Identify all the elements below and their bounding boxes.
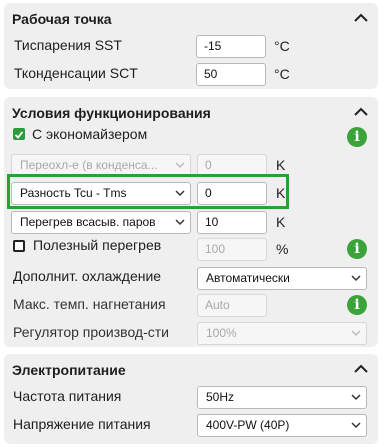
economizer-info-icon[interactable]: i: [347, 127, 367, 147]
voltage-value: 400V-PW (40P): [206, 418, 290, 432]
chevron-down-icon: [175, 219, 185, 226]
evap-temp-unit: °C: [274, 38, 290, 54]
power-panel: Электропитание Частота питания 50Hz Напр…: [4, 354, 378, 444]
useful-superheat-info-icon[interactable]: i: [347, 239, 367, 259]
collapse-caret-icon[interactable]: [354, 364, 368, 373]
cond-temp-unit: °C: [274, 66, 290, 82]
operating-point-title: Рабочая точка: [12, 11, 112, 27]
operating-point-panel: Рабочая точка Тиспарения SST -15 °C Ткон…: [4, 3, 378, 89]
evap-temp-input[interactable]: -15: [196, 35, 266, 58]
max-discharge-label: Макс. темп. нагнетания: [13, 296, 166, 312]
voltage-select[interactable]: 400V-PW (40P): [197, 414, 367, 437]
economizer-checkbox[interactable]: [13, 128, 25, 140]
cond-temp-input[interactable]: 50: [196, 63, 266, 86]
superheat-select[interactable]: Перегрев всасыв. паров: [11, 211, 191, 234]
useful-superheat-input: 100: [197, 238, 267, 261]
superheat-input[interactable]: 10: [197, 211, 267, 234]
evap-temp-label: Тиспарения SST: [14, 37, 122, 53]
chevron-down-icon: [351, 275, 361, 282]
capacity-regulator-value: 100%: [206, 326, 237, 340]
chevron-down-icon: [351, 422, 361, 429]
max-discharge-info-icon[interactable]: i: [347, 295, 367, 315]
capacity-regulator-select: 100%: [197, 322, 367, 345]
max-discharge-input: Auto: [197, 294, 267, 317]
highlight-frame: [7, 174, 289, 209]
conditions-panel: Условия функционирования С экономайзером…: [4, 97, 378, 347]
extra-cooling-value: Автоматически: [206, 271, 290, 285]
cond-temp-label: Тконденсации SCT: [14, 65, 138, 81]
chevron-down-icon: [175, 162, 185, 169]
collapse-caret-icon[interactable]: [354, 13, 368, 22]
chevron-down-icon: [351, 394, 361, 401]
subcool-select-value: Переохл-е (в конденса...: [20, 158, 158, 172]
economizer-label: С экономайзером: [32, 126, 148, 142]
voltage-label: Напряжение питания: [13, 416, 151, 432]
frequency-select[interactable]: 50Hz: [197, 386, 367, 409]
power-title: Электропитание: [12, 362, 126, 378]
superheat-unit: K: [276, 214, 286, 230]
useful-superheat-label: Полезный перегрев: [33, 237, 162, 253]
subcool-unit: K: [276, 157, 286, 173]
extra-cooling-label: Дополнит. охлаждение: [13, 268, 162, 284]
capacity-regulator-label: Регулятор производ-сти: [13, 324, 169, 340]
conditions-title: Условия функционирования: [12, 105, 211, 121]
frequency-value: 50Hz: [206, 390, 235, 404]
chevron-down-icon: [351, 330, 361, 337]
collapse-caret-icon[interactable]: [354, 107, 368, 116]
checkmark-icon: [14, 131, 24, 139]
useful-superheat-unit: %: [276, 241, 289, 257]
extra-cooling-select[interactable]: Автоматически: [197, 267, 367, 290]
useful-superheat-checkbox[interactable]: [13, 240, 25, 252]
frequency-label: Частота питания: [13, 388, 122, 404]
superheat-select-value: Перегрев всасыв. паров: [20, 215, 156, 229]
